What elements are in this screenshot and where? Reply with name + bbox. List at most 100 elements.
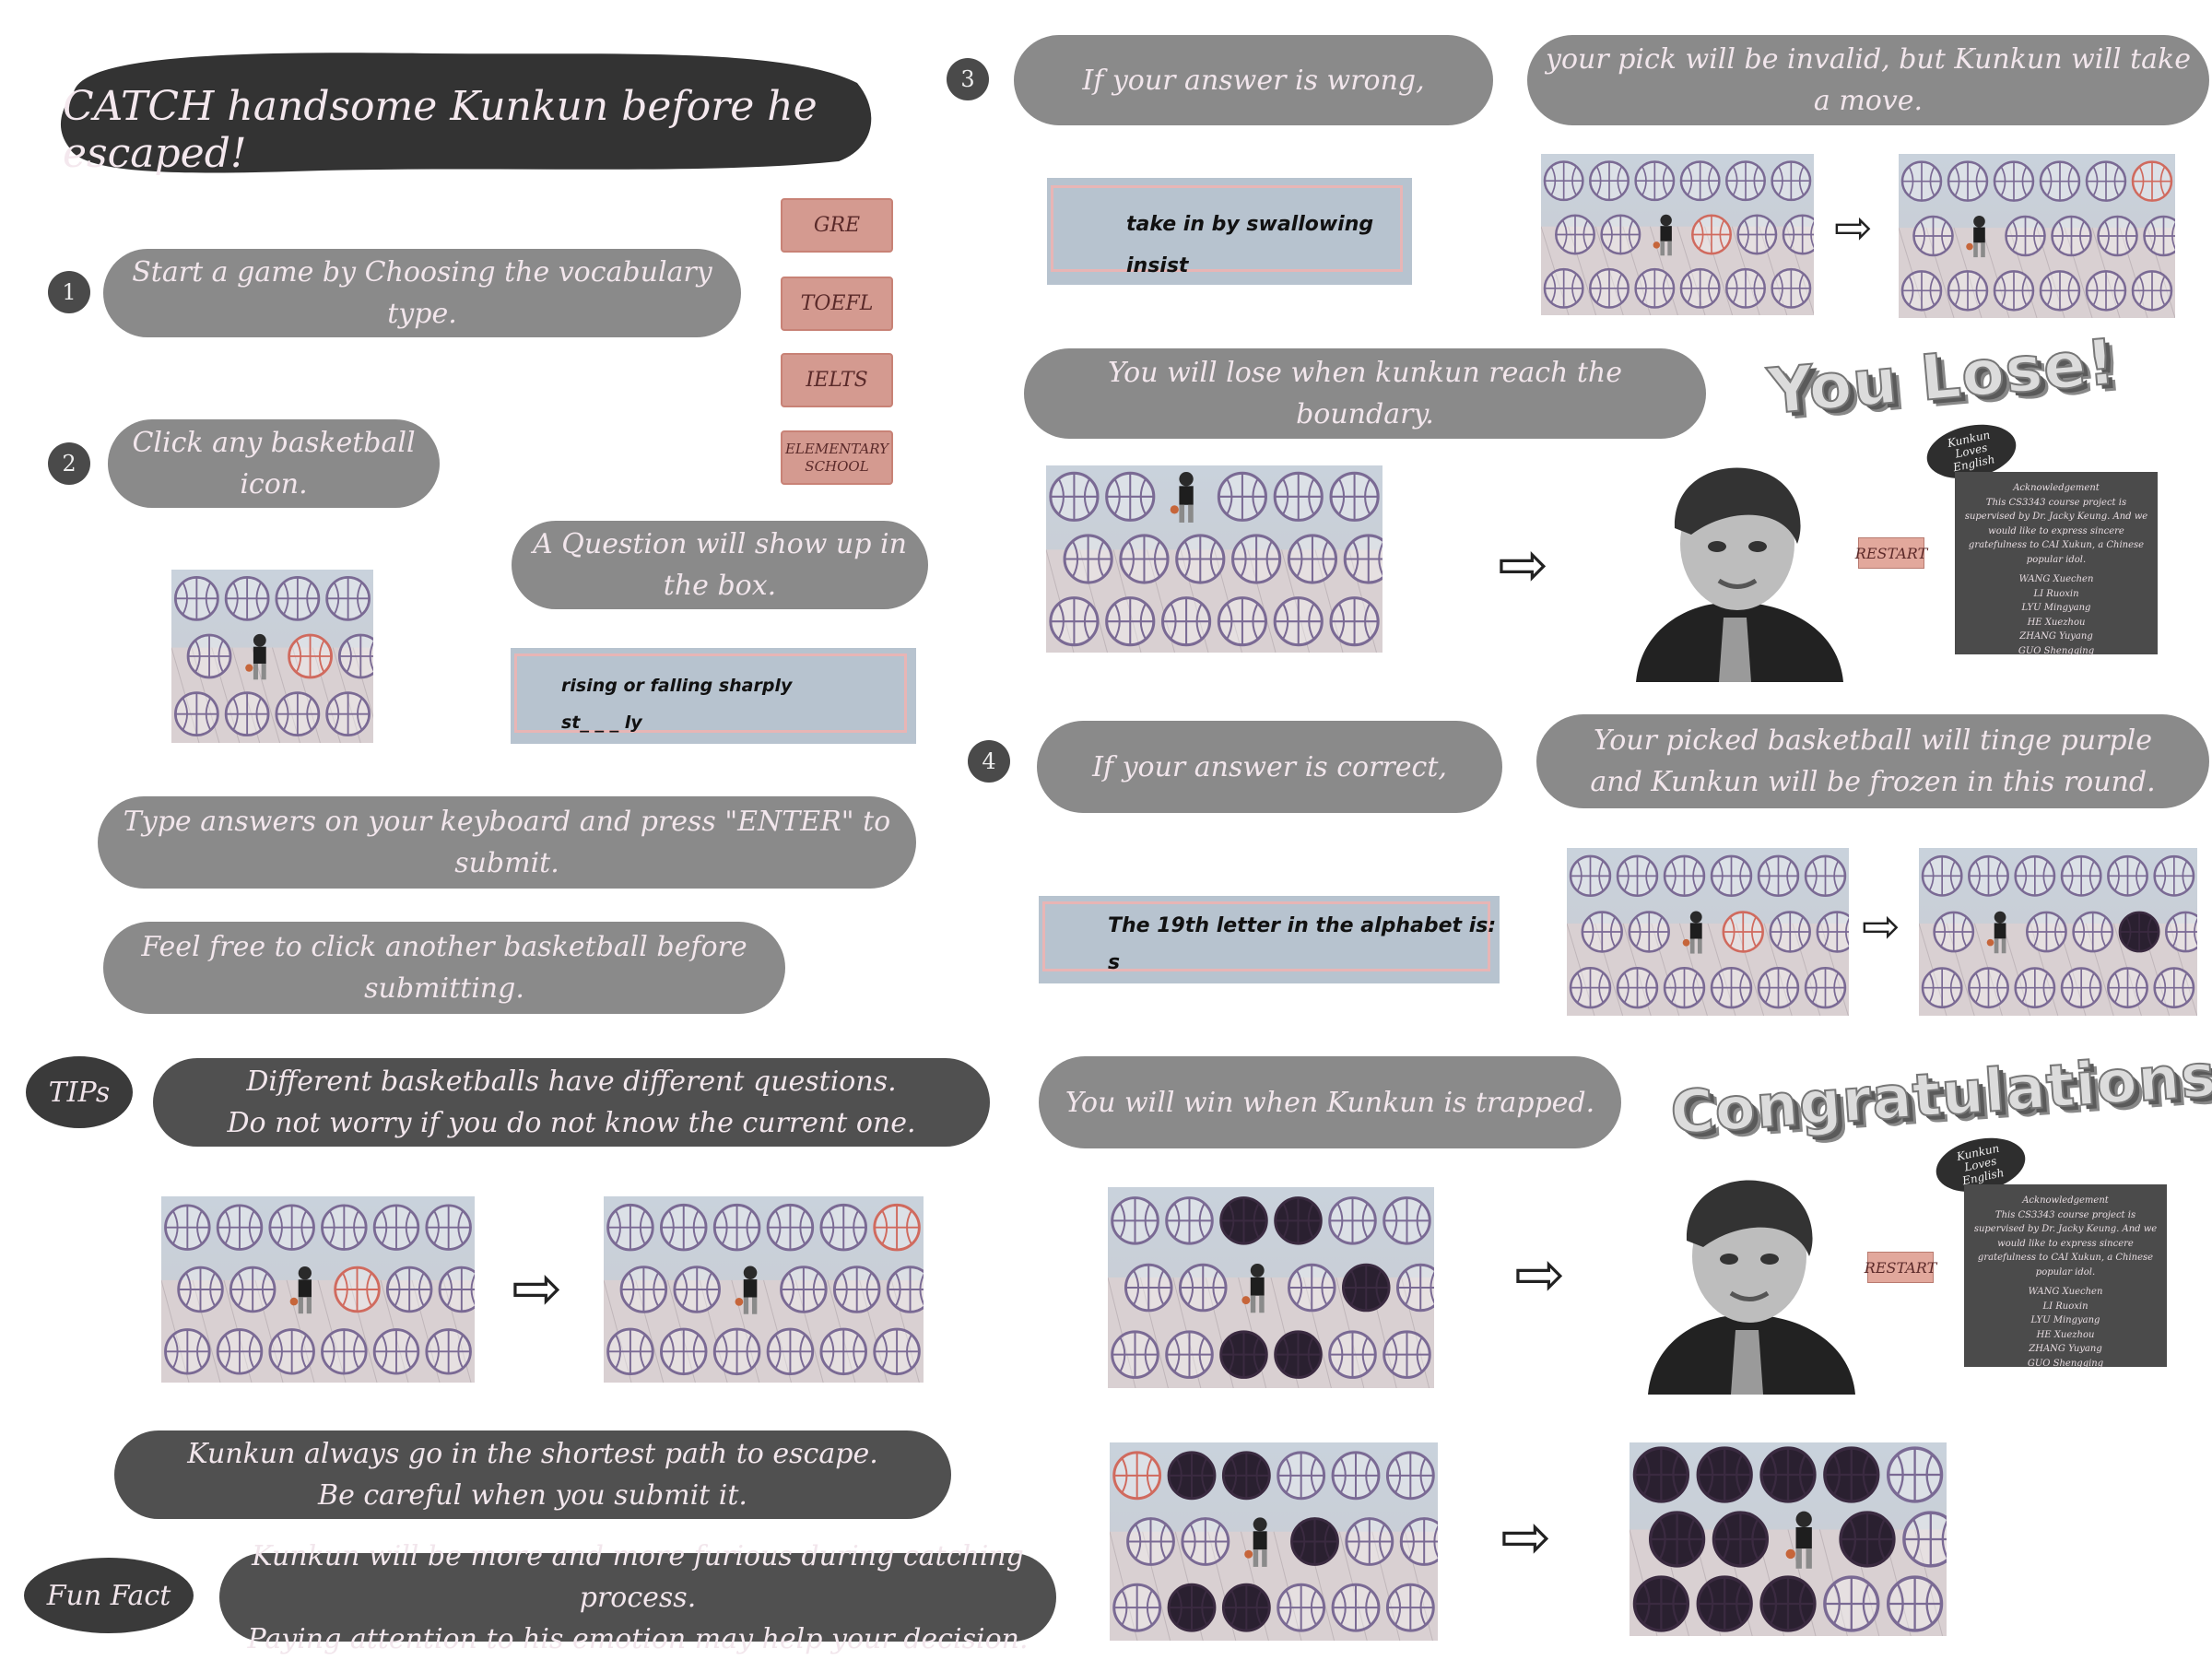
basketball-icon[interactable] xyxy=(1049,471,1100,522)
basketball-icon[interactable] xyxy=(2060,854,2102,897)
basketball-icon[interactable] xyxy=(177,1266,224,1313)
basketball-icon[interactable] xyxy=(1273,596,1324,647)
basketball-icon[interactable] xyxy=(1736,214,1778,255)
basketball-icon[interactable] xyxy=(1063,534,1113,584)
basketball-icon[interactable] xyxy=(1581,911,1623,953)
basketball-icon[interactable] xyxy=(2107,854,2148,897)
basketball-icon[interactable] xyxy=(2143,215,2176,257)
basketball-icon[interactable] xyxy=(1329,471,1380,522)
basketball-icon[interactable] xyxy=(2085,160,2127,202)
basketball-icon[interactable] xyxy=(2107,967,2148,1009)
basketball-icon[interactable] xyxy=(1385,1451,1435,1501)
basketball-icon[interactable] xyxy=(1382,1330,1431,1379)
basketball-icon[interactable] xyxy=(1696,1446,1753,1503)
basketball-icon[interactable] xyxy=(2097,215,2138,257)
basketball-icon[interactable] xyxy=(1165,1330,1214,1379)
basketball-icon[interactable] xyxy=(1947,270,1989,312)
basketball-icon[interactable] xyxy=(1274,1330,1323,1379)
basketball-icon[interactable] xyxy=(1722,911,1764,953)
basketball-icon[interactable] xyxy=(1178,1263,1228,1313)
basketball-icon[interactable] xyxy=(2014,854,2056,897)
basketball-icon[interactable] xyxy=(1710,966,1753,1009)
basketball-icon[interactable] xyxy=(1543,267,1584,309)
basketball-icon[interactable] xyxy=(425,1204,472,1251)
basketball-icon[interactable] xyxy=(216,1204,264,1251)
lose-board[interactable] xyxy=(1046,465,1382,653)
basketball-icon[interactable] xyxy=(1902,1511,1947,1568)
basketball-icon[interactable] xyxy=(288,633,333,679)
basketball-icon[interactable] xyxy=(1217,596,1267,647)
basketball-icon[interactable] xyxy=(1616,966,1659,1009)
basketball-icon[interactable] xyxy=(1663,854,1706,898)
basketball-icon[interactable] xyxy=(224,691,270,737)
basketball-icon[interactable] xyxy=(1912,215,1954,257)
basketball-icon[interactable] xyxy=(1691,214,1732,255)
basketball-icon[interactable] xyxy=(1634,160,1676,202)
basketball-icon[interactable] xyxy=(1679,267,1721,309)
basketball-icon[interactable] xyxy=(1900,160,1943,202)
basketball-icon[interactable] xyxy=(2039,270,2081,312)
basketball-icon[interactable] xyxy=(1696,1575,1753,1632)
basketball-icon[interactable] xyxy=(1886,1575,1944,1632)
basketball-icon[interactable] xyxy=(1947,160,1989,202)
basketball-icon[interactable] xyxy=(325,691,371,737)
basketball-icon[interactable] xyxy=(1126,1517,1175,1566)
basketball-icon[interactable] xyxy=(186,633,232,679)
basketball-icon[interactable] xyxy=(1589,267,1630,309)
basketball-icon[interactable] xyxy=(1395,1263,1434,1313)
basketball-icon[interactable] xyxy=(1569,966,1612,1009)
ielts-button[interactable]: IELTS xyxy=(781,353,893,407)
basketball-icon[interactable] xyxy=(438,1266,475,1313)
basketball-icon[interactable] xyxy=(1839,1511,1896,1568)
basketball-icon[interactable] xyxy=(660,1327,708,1376)
basketball-icon[interactable] xyxy=(164,1328,211,1375)
basketball-icon[interactable] xyxy=(268,1328,315,1375)
basketball-icon[interactable] xyxy=(673,1266,721,1313)
basketball-icon[interactable] xyxy=(606,1203,654,1252)
basketball-icon[interactable] xyxy=(873,1327,921,1376)
tips-board-before[interactable] xyxy=(161,1196,475,1383)
basketball-icon[interactable] xyxy=(1277,1583,1326,1632)
basketball-icon[interactable] xyxy=(1277,1451,1326,1501)
win-sequence-after[interactable] xyxy=(1630,1442,1947,1636)
basketball-icon[interactable] xyxy=(1921,854,1963,897)
basketball-icon[interactable] xyxy=(1111,1330,1159,1379)
basketball-icon[interactable] xyxy=(1589,160,1630,202)
game-board-step2[interactable] xyxy=(171,570,373,743)
basketball-icon[interactable] xyxy=(1181,1517,1230,1566)
basketball-icon[interactable] xyxy=(1328,1196,1377,1245)
basketball-icon[interactable] xyxy=(1049,596,1100,647)
basketball-icon[interactable] xyxy=(1175,534,1226,584)
basketball-icon[interactable] xyxy=(1329,596,1380,647)
toefl-button[interactable]: TOEFL xyxy=(781,277,893,331)
basketball-icon[interactable] xyxy=(1771,160,1812,202)
basketball-icon[interactable] xyxy=(712,1203,761,1252)
basketball-icon[interactable] xyxy=(321,1204,368,1251)
basketball-icon[interactable] xyxy=(268,1204,315,1251)
basketball-icon[interactable] xyxy=(216,1328,264,1375)
basketball-icon[interactable] xyxy=(2005,215,2046,257)
basketball-icon[interactable] xyxy=(1219,1330,1268,1379)
basketball-icon[interactable] xyxy=(619,1266,668,1313)
basketball-icon[interactable] xyxy=(1632,1446,1690,1503)
basketball-icon[interactable] xyxy=(372,1328,420,1375)
basketball-icon[interactable] xyxy=(224,575,270,621)
basketball-icon[interactable] xyxy=(1217,471,1267,522)
basketball-icon[interactable] xyxy=(1569,854,1612,898)
basketball-icon[interactable] xyxy=(1725,160,1766,202)
basketball-icon[interactable] xyxy=(1823,1575,1880,1632)
basketball-icon[interactable] xyxy=(1112,1583,1162,1632)
answer-input-3[interactable]: s xyxy=(1108,951,1120,974)
basketball-icon[interactable] xyxy=(1886,1446,1944,1503)
basketball-icon[interactable] xyxy=(1290,1517,1339,1566)
answer-input[interactable]: st_ _ _ ly xyxy=(561,712,642,733)
basketball-icon[interactable] xyxy=(1712,1511,1770,1568)
basketball-icon[interactable] xyxy=(275,575,321,621)
basketball-icon[interactable] xyxy=(819,1203,867,1252)
basketball-icon[interactable] xyxy=(1287,534,1338,584)
basketball-icon[interactable] xyxy=(385,1266,433,1313)
basketball-icon[interactable] xyxy=(1679,160,1721,202)
basketball-icon[interactable] xyxy=(1634,267,1676,309)
basketball-icon[interactable] xyxy=(1331,1583,1381,1632)
basketball-icon[interactable] xyxy=(321,1328,368,1375)
